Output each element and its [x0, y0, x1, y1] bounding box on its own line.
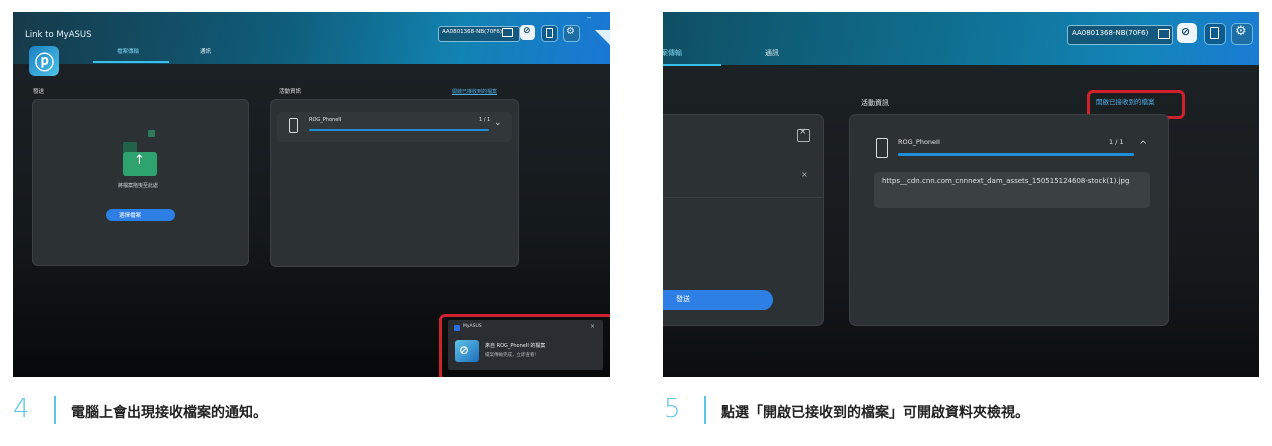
chevron-up-icon[interactable]: ^: [1139, 140, 1147, 151]
caption-divider: [54, 396, 56, 424]
transfer-count: 1 / 1: [479, 117, 491, 123]
active-tab-indicator: [663, 64, 721, 66]
tab-chat[interactable]: 通訊: [765, 48, 779, 58]
screenshot-step4: Link to MyASUS _ AA0801368-NB(70F6) ⊘ ⚙ …: [13, 12, 610, 377]
minimize-button[interactable]: _: [587, 12, 591, 18]
step-caption-4: 電腦上會出現接收檔案的通知。: [71, 405, 267, 421]
activity-section-label: 活動資訊: [861, 99, 889, 107]
window-title: Link to MyASUS: [25, 30, 92, 40]
activity-section-label: 活動資訊: [279, 89, 302, 95]
phone-icon: [876, 138, 888, 158]
screenshot-step5: AA0801368-NB(70F6) ⊘ ⚙ 案傳輸 通訊 × × 發送 活動資…: [663, 12, 1259, 377]
link-icon: ⊘: [1181, 25, 1191, 38]
gear-icon: ⚙: [1235, 24, 1247, 39]
upload-arrow-icon: ↑: [134, 153, 145, 168]
transfer-device-name: ROG_PhoneII: [898, 138, 940, 146]
device-name: AA0801368-NB(70F6): [1072, 29, 1149, 37]
remove-file-icon[interactable]: ×: [801, 170, 808, 179]
step-number-4: 4: [13, 394, 30, 424]
link-icon: ⊘: [523, 26, 531, 36]
phone-icon: [1210, 27, 1219, 39]
tab-file-transfer[interactable]: 案傳輸: [663, 48, 682, 58]
transfer-progress-bar: [898, 153, 1134, 156]
active-tab-indicator: [93, 61, 169, 63]
tab-file-transfer[interactable]: 檔案傳輸: [117, 47, 139, 55]
phone-icon: [289, 118, 298, 133]
corner-decoration: [595, 30, 610, 45]
highlight-box: [439, 314, 610, 377]
folder-decoration: [148, 130, 155, 137]
caption-divider: [704, 396, 706, 424]
screen-icon: [502, 28, 513, 37]
chevron-down-icon[interactable]: ⌄: [494, 118, 502, 128]
transfer-device-name: ROG_PhoneII: [309, 117, 342, 123]
device-name: AA0801368-NB(70F6): [442, 29, 502, 35]
gear-icon: ⚙: [566, 26, 575, 37]
send-section-label: 發送: [33, 89, 45, 95]
step-number-5: 5: [664, 394, 681, 424]
drop-hint: 將檔案拖曳至此處: [118, 183, 159, 189]
open-received-files-link[interactable]: 開啟已接收到的檔案: [452, 88, 497, 95]
activity-panel: [850, 115, 1168, 325]
received-file-name: https__cdn.cnn.com_cnnnext_dam_assets_15…: [882, 177, 1130, 185]
choose-file-label: 選擇檔案: [119, 213, 142, 219]
step-caption-5: 點選「開啟已接收到的檔案」可開啟資料夾檢視。: [721, 405, 1029, 421]
send-button-label: 發送: [676, 295, 690, 303]
phone-icon: [546, 28, 553, 38]
tab-chat[interactable]: 通訊: [200, 47, 211, 55]
screen-icon: [1158, 29, 1170, 39]
transfer-progress-bar: [309, 129, 489, 131]
transfer-count: 1 / 1: [1109, 138, 1124, 146]
close-icon: ×: [799, 127, 807, 137]
logo-icon: ⓟ: [35, 52, 55, 74]
divider: [663, 197, 823, 198]
